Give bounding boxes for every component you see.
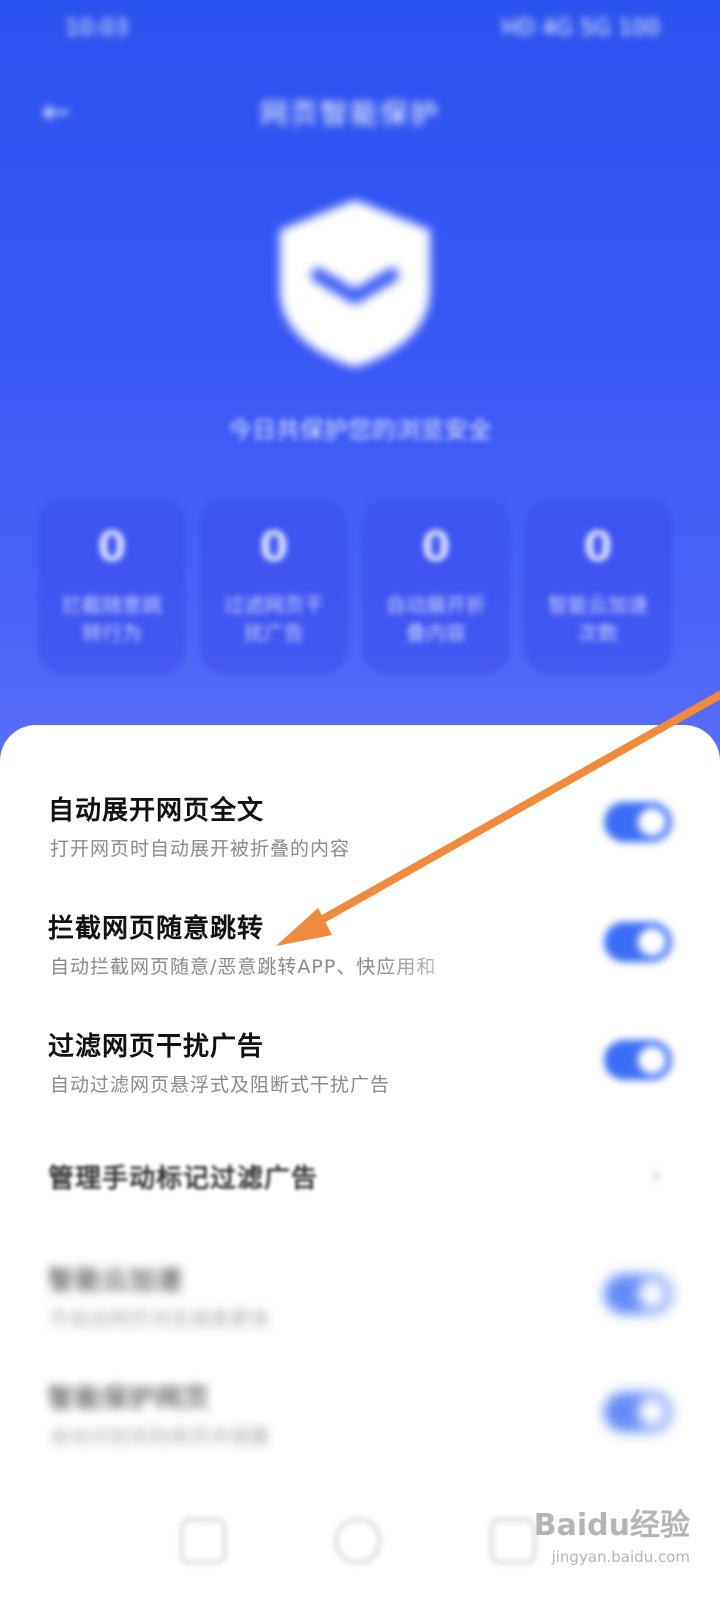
setting-title: 自动展开网页全文 [48,796,265,826]
text-fade [380,945,560,985]
status-indicators: HD 4G 5G 100 [501,16,660,41]
setting-title: 过滤网页干扰广告 [48,1032,265,1062]
toggle-switch[interactable] [604,1274,672,1314]
nav-menu-icon[interactable] [180,1518,226,1564]
stat-card: 0 智能云加速次数 [524,498,672,674]
protection-summary: 今日共保护您的浏览安全 [228,416,492,444]
toggle-knob [638,928,666,956]
watermark-url: jingyan.baidu.com [551,1548,690,1566]
stat-label: 过滤网页干扰广告 [224,593,324,645]
setting-subtitle: 自动识别风险网页并提醒 [50,1426,271,1448]
toggle-switch[interactable] [604,802,672,842]
setting-subtitle: 自动过滤网页悬浮式及阻断式干扰广告 [50,1074,391,1096]
nav-home-icon[interactable] [335,1518,381,1564]
setting-title: 智能保护网页 [48,1384,211,1414]
status-bar: 10:03 HD 4G 5G 100 [0,10,720,50]
toggle-switch[interactable] [604,922,672,962]
nav-back-icon[interactable] [490,1518,536,1564]
toggle-knob [638,1046,666,1074]
stat-value: 0 [259,522,289,571]
stat-value: 0 [583,522,613,571]
page-title: 网页智能保护 [260,97,441,130]
stat-card: 0 过滤网页干扰广告 [200,498,348,674]
toggle-knob [638,1280,666,1308]
back-arrow-icon[interactable]: ← [42,92,82,132]
stats-row: 0 拦截随意跳转行为 0 过滤网页干扰广告 0 自动展开折叠内容 0 智能云加速… [38,498,678,674]
setting-subtitle: 自动拦截网页随意/恶意跳转APP、快应用和 [50,956,437,978]
setting-title: 管理手动标记过滤广告 [48,1164,319,1194]
setting-subtitle: 开启后网页浏览速度更快 [50,1308,271,1330]
toggle-switch[interactable] [604,1392,672,1432]
toggle-knob [638,1398,666,1426]
shield-check-icon [280,200,430,367]
stat-value: 0 [421,522,451,571]
setting-subtitle: 打开网页时自动展开被折叠的内容 [50,838,351,860]
stat-value: 0 [97,522,127,571]
stat-label: 自动展开折叠内容 [386,593,486,645]
status-time: 10:03 [65,16,129,41]
stat-label: 拦截随意跳转行为 [62,593,162,645]
watermark: Baidu经验 jingyan.baidu.com [533,1500,690,1566]
stat-card: 0 自动展开折叠内容 [362,498,510,674]
toggle-knob [638,808,666,836]
watermark-brand: Baidu经验 [533,1508,690,1543]
chevron-right-icon: › [650,1158,662,1191]
toggle-switch[interactable] [604,1040,672,1080]
stat-label: 智能云加速次数 [548,593,648,645]
setting-title: 智能云加速 [48,1266,184,1296]
setting-title: 拦截网页随意跳转 [48,914,265,944]
stat-card: 0 拦截随意跳转行为 [38,498,186,674]
